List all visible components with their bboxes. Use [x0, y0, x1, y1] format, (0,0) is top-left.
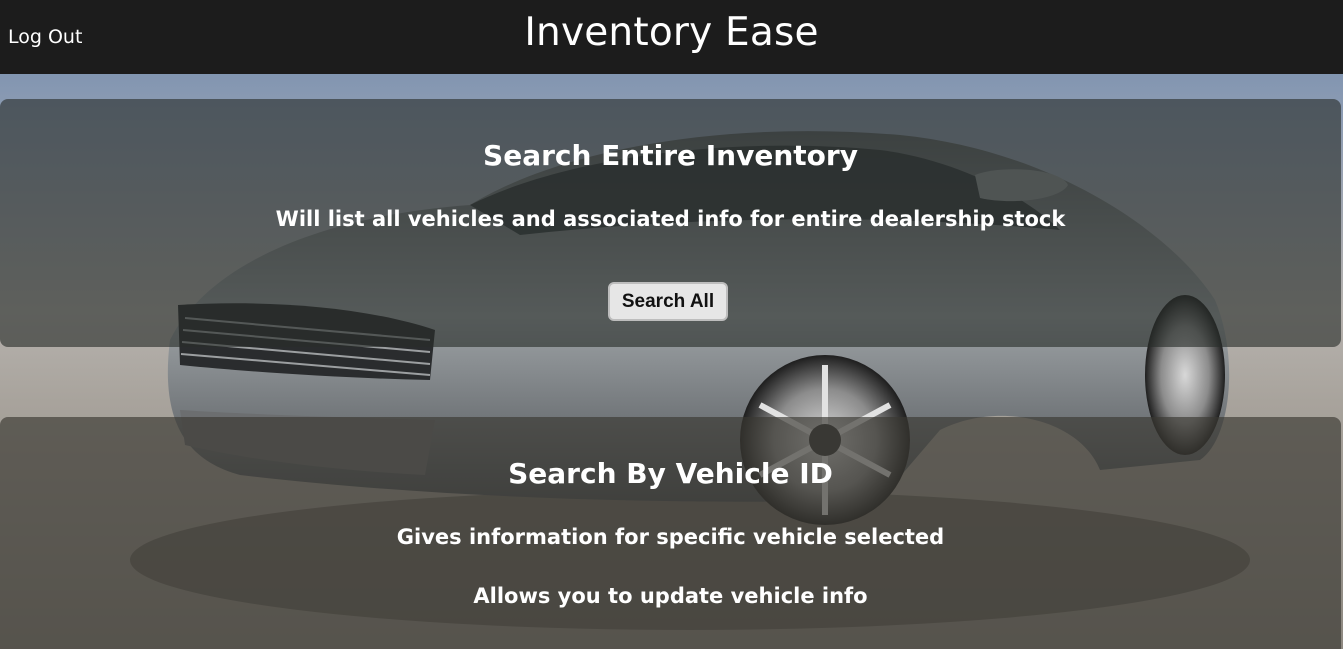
search-entire-inventory-description: Will list all vehicles and associated in… — [275, 207, 1066, 231]
app-title: Inventory Ease — [524, 10, 819, 55]
search-entire-inventory-title: Search Entire Inventory — [483, 139, 858, 172]
app-header: Log Out Inventory Ease — [0, 0, 1343, 74]
search-by-id-description-2: Allows you to update vehicle info — [473, 584, 868, 608]
search-by-vehicle-id-title: Search By Vehicle ID — [508, 457, 833, 490]
search-entire-inventory-panel: Search Entire Inventory Will list all ve… — [0, 99, 1341, 347]
search-all-button[interactable]: Search All — [608, 282, 728, 321]
search-by-id-description-1: Gives information for specific vehicle s… — [396, 525, 945, 549]
search-by-vehicle-id-panel: Search By Vehicle ID Gives information f… — [0, 417, 1341, 649]
